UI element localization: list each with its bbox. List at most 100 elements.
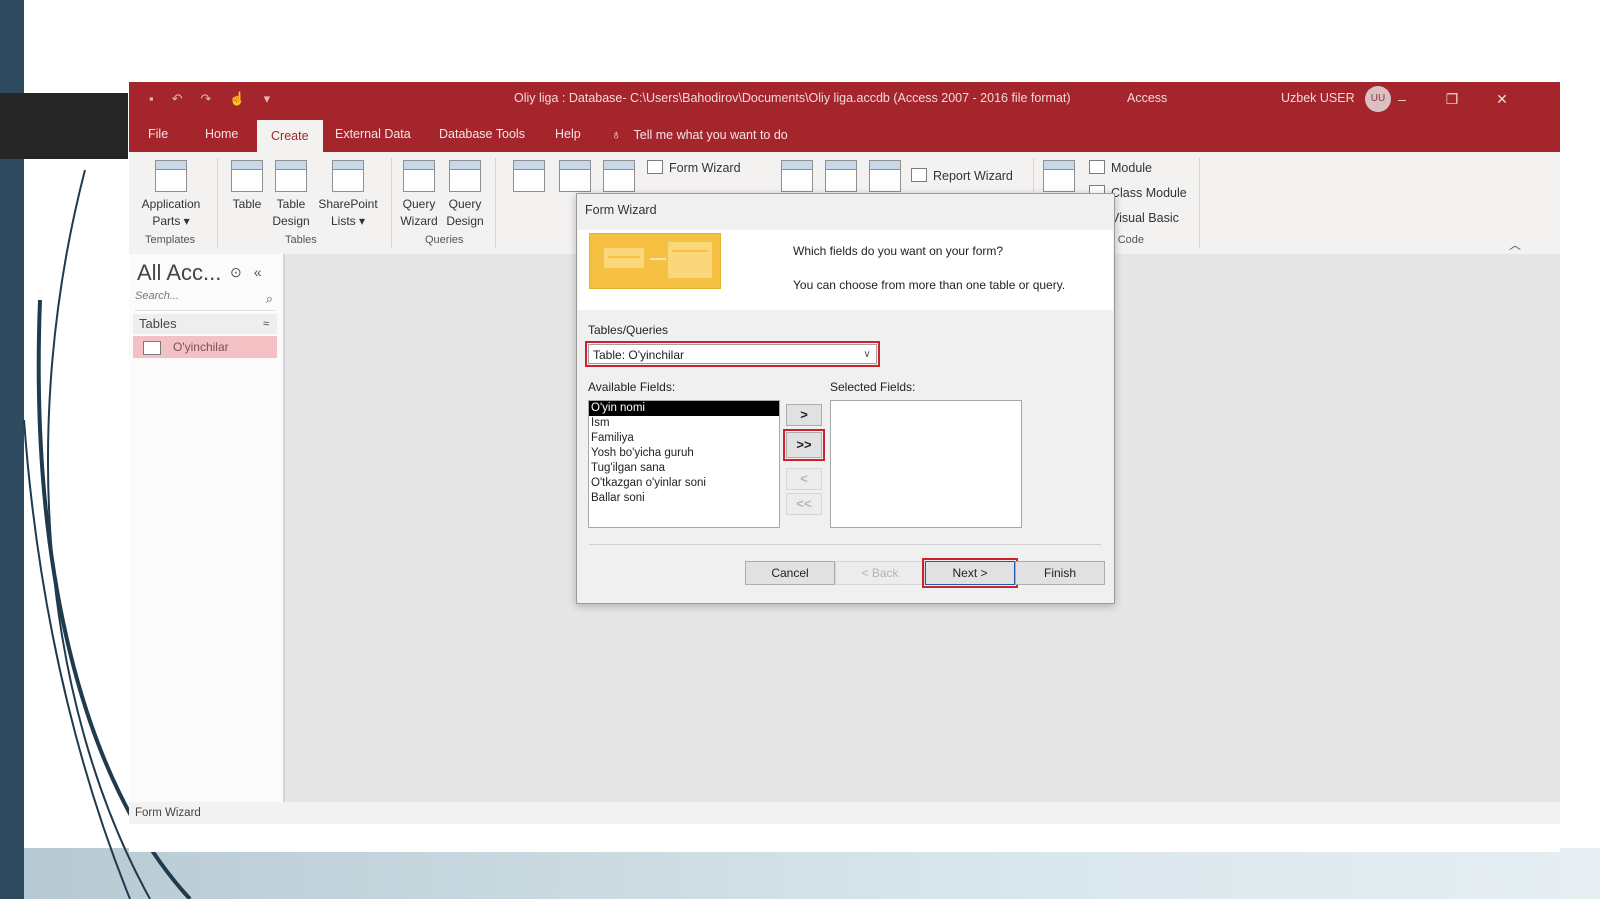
move-all-button[interactable]: >> (783, 429, 825, 461)
list-item[interactable]: Tug'ilgan sana (589, 461, 779, 476)
report-button[interactable] (781, 160, 813, 196)
collapse-section-icon[interactable]: ≈ (263, 314, 269, 334)
form-design-icon (559, 160, 591, 192)
table-icon (231, 160, 263, 192)
table-icon (143, 341, 161, 355)
close-icon[interactable]: ✕ (1491, 88, 1513, 110)
list-item[interactable]: Ism (589, 416, 779, 431)
window-title: Oliy liga : Database- C:\Users\Bahodirov… (514, 91, 1071, 105)
quick-access-toolbar: ▪ ↶ ↷ ☝ ▾ (149, 91, 270, 107)
ribbon-separator (1199, 158, 1200, 248)
nav-search-input[interactable]: Search... ⌕ (135, 290, 275, 311)
tab-home[interactable]: Home (191, 116, 252, 152)
shutter-bar-close-icon[interactable]: « (254, 264, 262, 281)
redo-icon[interactable]: ↷ (201, 91, 212, 107)
touch-mode-icon[interactable]: ☝ (229, 91, 245, 107)
tab-external-data[interactable]: External Data (321, 116, 425, 152)
table-button[interactable]: Table (225, 160, 269, 213)
lightbulb-icon: ♁ (611, 126, 622, 142)
collapse-ribbon-icon[interactable]: ︿ (1509, 236, 1521, 253)
restore-icon[interactable]: ❐ (1441, 88, 1463, 110)
query-design-button[interactable]: Query Design (443, 160, 487, 230)
report-design-button[interactable] (825, 160, 857, 196)
tell-me-search[interactable]: ♁ Tell me what you want to do (611, 116, 788, 152)
query-design-icon (449, 160, 481, 192)
tables-queries-select[interactable]: Table: O'yinchilar ∨ (585, 341, 880, 367)
tab-help[interactable]: Help (541, 116, 595, 152)
nav-pane-heading[interactable]: All Acc... (137, 260, 221, 286)
blank-form-icon (603, 160, 635, 192)
ribbon-separator (495, 158, 496, 248)
sharepoint-lists-label: SharePoint (318, 197, 378, 211)
report-wizard-button[interactable]: Report Wizard (911, 168, 1013, 183)
application-parts-button[interactable]: Application Parts ▾ (137, 160, 205, 230)
table-design-label: Table (276, 197, 306, 211)
ribbon-separator (217, 158, 218, 248)
module-label: Module (1111, 161, 1152, 175)
tables-queries-value: Table: O'yinchilar (593, 348, 684, 362)
list-item[interactable]: O'tkazgan o'yinlar soni (589, 476, 779, 491)
application-parts-label: Application (141, 197, 201, 211)
sharepoint-lists-button[interactable]: SharePoint Lists ▾ (313, 160, 383, 230)
query-wizard-button[interactable]: Query Wizard (397, 160, 441, 230)
avatar[interactable]: UU (1365, 86, 1391, 112)
report-wizard-icon (911, 168, 927, 182)
tab-file[interactable]: File (134, 116, 182, 152)
undo-icon[interactable]: ↶ (172, 91, 183, 107)
ribbon-separator (391, 158, 392, 248)
list-item[interactable]: O'yin nomi (589, 401, 779, 416)
form-button[interactable] (511, 160, 547, 196)
selected-fields-list[interactable] (830, 400, 1022, 528)
application-parts-icon (155, 160, 187, 192)
sharepoint-lists-icon (332, 160, 364, 192)
visual-basic-label: Visual Basic (1111, 211, 1179, 225)
list-item[interactable]: Yosh bo'yicha guruh (589, 446, 779, 461)
blank-form-button[interactable] (601, 160, 637, 196)
form-wizard-button[interactable]: Form Wizard (647, 160, 741, 175)
selected-fields-label: Selected Fields: (830, 380, 916, 394)
query-design-label: Query (448, 197, 482, 211)
form-wizard-illustration (589, 233, 721, 289)
nav-menu-dropdown-icon[interactable]: ⊙ (230, 264, 242, 281)
wizard-question: Which fields do you want on your form? (793, 244, 1004, 258)
available-fields-list[interactable]: O'yin nomi Ism Familiya Yosh bo'yicha gu… (588, 400, 780, 528)
move-one-button[interactable]: > (786, 404, 822, 426)
back-button[interactable]: < Back (835, 561, 925, 585)
list-item[interactable]: Ballar soni (589, 491, 779, 506)
table-design-button[interactable]: Table Design (269, 160, 313, 230)
list-item[interactable]: Familiya (589, 431, 779, 446)
user-name[interactable]: Uzbek USER (1281, 91, 1355, 105)
tab-database-tools[interactable]: Database Tools (425, 116, 539, 152)
blank-report-button[interactable] (869, 160, 901, 196)
macro-button[interactable] (1043, 160, 1075, 196)
remove-one-button[interactable]: < (786, 468, 822, 490)
query-wizard-label-2: Wizard (400, 214, 438, 228)
report-icon (781, 160, 813, 192)
tab-create[interactable]: Create (257, 120, 323, 152)
form-wizard-dialog: Form Wizard Which fields do you want on … (576, 193, 1115, 604)
module-button[interactable]: Module (1089, 160, 1152, 175)
group-label-templates: Templates (145, 234, 196, 246)
form-design-button[interactable] (557, 160, 593, 196)
remove-all-button[interactable]: << (786, 493, 822, 515)
minimize-icon[interactable]: – (1391, 88, 1413, 110)
sharepoint-lists-label-2: Lists ▾ (330, 214, 366, 228)
finish-button[interactable]: Finish (1015, 561, 1105, 585)
chevron-down-icon[interactable]: ∨ (858, 345, 876, 363)
nav-item-table[interactable]: O'yinchilar (133, 336, 277, 358)
search-icon[interactable]: ⌕ (266, 291, 273, 307)
save-icon[interactable]: ▪ (149, 91, 154, 107)
dialog-title: Form Wizard (585, 203, 657, 217)
cancel-button[interactable]: Cancel (745, 561, 835, 585)
navigation-pane: All Acc... ⊙ « Search... ⌕ Tables ≈ O'yi… (129, 254, 285, 802)
nav-section-tables[interactable]: Tables ≈ (133, 314, 277, 334)
title-bar: ▪ ↶ ↷ ☝ ▾ Oliy liga : Database- C:\Users… (129, 82, 1560, 116)
customize-qat-icon[interactable]: ▾ (264, 91, 271, 107)
next-button[interactable]: Next > (922, 558, 1018, 588)
ribbon-tabs: File Home Create External Data Database … (129, 116, 1560, 152)
table-design-icon (275, 160, 307, 192)
wizard-banner: Which fields do you want on your form? Y… (578, 230, 1113, 310)
nav-section-label: Tables (139, 316, 177, 331)
class-module-label: Class Module (1111, 186, 1187, 200)
wizard-hint: You can choose from more than one table … (793, 278, 1066, 292)
